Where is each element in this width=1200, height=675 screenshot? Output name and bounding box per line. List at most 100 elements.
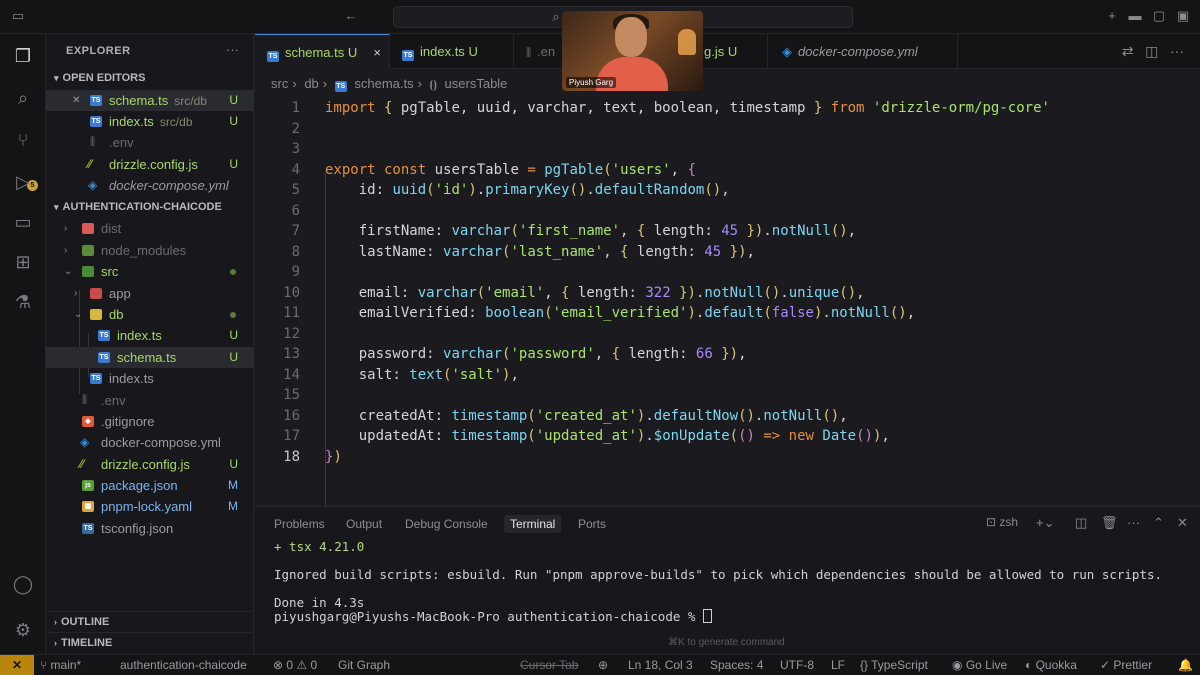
tab-terminal[interactable]: Terminal [504,515,562,533]
code-line: firstName: varchar('first_name', { lengt… [325,223,857,239]
project-name[interactable]: authentication-chaicode [120,655,247,675]
prettier-button[interactable]: ✓ Prettier [1100,655,1152,675]
line-number: 11 [283,305,300,321]
chat-icon[interactable]: ▢ [1151,9,1167,23]
code-line: email: varchar('email', { length: 322 })… [325,285,865,301]
open-editor-drizzle[interactable]: ⁄⁄ drizzle.config.js U [46,154,254,175]
breadcrumb-symbol[interactable]: usersTable [445,76,508,91]
typescript-file-icon: TS [334,81,347,92]
encoding[interactable]: UTF-8 [780,655,814,675]
open-editor-schema[interactable]: ✕ TS schema.ts src/db U [46,90,254,111]
account-icon[interactable]: ◯ [11,572,35,596]
cursor-tab-toggle[interactable]: Cursor Tab [520,655,578,675]
code-line: salt: text('salt'), [325,367,519,383]
toggle-sidebar-icon[interactable]: ▭ [10,9,26,23]
trash-icon[interactable]: 🗑 [1101,515,1118,531]
tree-item-db-index[interactable]: TS index.ts U [46,325,254,346]
tree-item-db-schema[interactable]: TS schema.ts U [46,347,254,368]
tree-item-dist[interactable]: › dist [46,218,254,239]
layout-icon[interactable]: ▣ [1175,9,1191,23]
problems-indicator[interactable]: ⊗ 0 ⚠ 0 [273,655,317,675]
code-editor[interactable]: 1 2 3 4 5 6 7 8 9 10 11 12 13 14 15 16 1… [255,96,1200,526]
tree-item-package-json[interactable]: js package.json M [46,475,254,496]
tree-item-src-index[interactable]: TS index.ts [46,368,254,389]
tab-index[interactable]: TS index.ts U [390,34,514,69]
breadcrumb-src[interactable]: src [271,76,288,91]
files-icon[interactable]: ❐ [11,44,35,68]
tab-schema[interactable]: TS schema.ts U × [255,34,390,69]
search-icon[interactable]: ⌕ [11,86,35,110]
tree-item-src[interactable]: ⌄ src [46,261,254,282]
open-editor-index[interactable]: TS index.ts src/db U [46,111,254,132]
close-panel-icon[interactable]: ✕ [1177,515,1188,531]
split-editor-icon[interactable]: ◫ [1145,43,1158,59]
tree-item-app[interactable]: › app [46,283,254,304]
tab-debug-console[interactable]: Debug Console [405,517,488,531]
notifications-icon[interactable]: 🔔 [1178,655,1193,675]
tab-problems[interactable]: Problems [274,517,325,531]
toggle-panel-icon[interactable]: ▬ [1127,9,1143,23]
code-line: export const usersTable = pgTable('users… [325,162,696,178]
tree-item-tsconfig[interactable]: TS tsconfig.json [46,518,254,539]
typescript-file-icon: TS [98,352,110,363]
language-mode[interactable]: {} TypeScript [860,655,928,675]
extensions-icon[interactable]: ⊞ [11,250,35,274]
compare-icon[interactable]: ⇄ [1122,43,1134,59]
more-actions-icon[interactable]: ··· [226,42,239,57]
open-editor-docker[interactable]: ◈ docker-compose.yml [46,175,254,196]
tab-output[interactable]: Output [346,517,382,531]
typescript-file-icon: TS [402,50,414,61]
run-debug-icon[interactable]: ▷ [11,170,35,194]
project-section[interactable]: ▾ AUTHENTICATION-CHAICODE [46,197,254,218]
folder-open-icon [82,266,94,277]
maximize-icon[interactable]: ⌃ [1153,515,1164,531]
new-terminal-icon[interactable]: +⌄ [1036,515,1054,531]
folder-icon [82,245,94,256]
more-icon[interactable]: ··· [1170,43,1184,59]
split-terminal-icon[interactable]: ◫ [1075,515,1087,531]
open-editor-env[interactable]: ⫼ .env [46,132,254,153]
git-graph-button[interactable]: Git Graph [338,655,390,675]
tree-item-gitignore[interactable]: ◆ .gitignore [46,411,254,432]
tree-item-db[interactable]: ⌄ db [46,304,254,325]
tab-docker-compose[interactable]: ◈ docker-compose.yml [768,34,958,69]
remote-explorer-icon[interactable]: ▭ [11,210,35,234]
line-number: 12 [283,326,300,342]
tree-item-pnpm-lock[interactable]: ▦ pnpm-lock.yaml M [46,496,254,517]
git-file-icon: ◆ [82,416,94,427]
remote-indicator[interactable]: ✕ [0,655,34,675]
terminal-prompt[interactable]: piyushgarg@Piyushs-MacBook-Pro authentic… [274,609,712,624]
indentation[interactable]: Spaces: 4 [710,655,763,675]
settings-icon[interactable]: ⚙ [11,618,35,642]
tree-item-env[interactable]: ⫼ .env [46,390,254,411]
testing-icon[interactable]: ⚗ [11,290,35,314]
zoom-icon[interactable]: ⊕ [598,655,608,675]
code-line: lastName: varchar('last_name', { length:… [325,244,755,260]
editor-actions: ⇄ ◫ ··· [1122,43,1184,60]
tab-ports[interactable]: Ports [578,517,606,531]
back-arrow-icon[interactable]: ← [343,9,359,23]
status-bar: ✕ ⑂ main* authentication-chaicode ⊗ 0 ⚠ … [0,654,1200,675]
timeline-section[interactable]: › TIMELINE [46,632,254,653]
breadcrumb-file[interactable]: schema.ts [354,76,413,91]
go-live-button[interactable]: ◉ Go Live [952,655,1007,675]
tree-item-node-modules[interactable]: › node_modules [46,240,254,261]
source-control-icon[interactable]: ⑂ [11,128,35,152]
add-icon[interactable]: + [1104,9,1120,23]
cursor-position[interactable]: Ln 18, Col 3 [628,655,693,675]
close-icon[interactable]: ✕ [72,90,84,111]
close-icon[interactable]: × [373,35,381,70]
tree-item-docker-compose[interactable]: ◈ docker-compose.yml [46,432,254,453]
outline-section[interactable]: › OUTLINE [46,611,254,632]
breadcrumb-db[interactable]: db [304,76,318,91]
line-ending[interactable]: LF [831,655,845,675]
typescript-file-icon: TS [267,51,279,62]
code-line: emailVerified: boolean('email_verified')… [325,305,916,321]
shell-selector[interactable]: ⊡ zsh [986,515,1018,529]
branch-icon: ⑂ [40,658,48,672]
more-icon[interactable]: ··· [1127,515,1140,530]
quokka-button[interactable]: ◐ Quokka [1025,655,1077,675]
open-editors-section[interactable]: ▾ OPEN EDITORS [46,68,254,89]
tree-item-drizzle-config[interactable]: ⁄⁄ drizzle.config.js U [46,454,254,475]
branch-indicator[interactable]: ⑂ main* [40,655,81,675]
